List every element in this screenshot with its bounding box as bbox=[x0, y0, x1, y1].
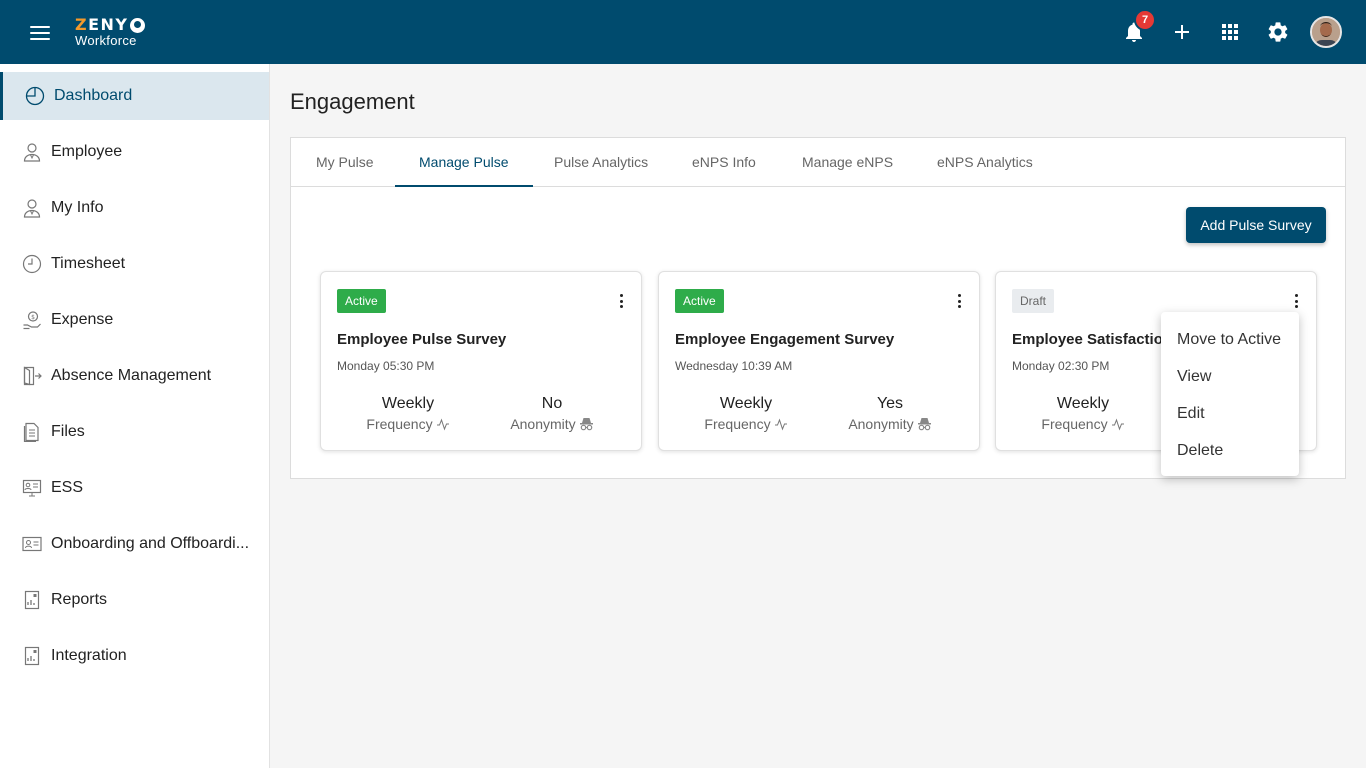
logo-text: ENY bbox=[88, 15, 129, 34]
sidebar-item-label: Timesheet bbox=[51, 255, 126, 272]
frequency-stat: Weekly Frequency bbox=[676, 395, 816, 432]
sidebar-item-dashboard[interactable]: Dashboard bbox=[0, 72, 269, 120]
report-icon bbox=[22, 590, 42, 610]
sidebar-item-label: Integration bbox=[51, 647, 127, 664]
plus-icon[interactable] bbox=[1170, 20, 1194, 44]
sidebar-item-expense[interactable]: $ Expense bbox=[0, 296, 269, 344]
logo[interactable]: Z ENY Workforce bbox=[75, 17, 145, 47]
sidebar-item-ess[interactable]: ESS bbox=[0, 464, 269, 512]
survey-schedule: Monday 05:30 PM bbox=[337, 359, 435, 373]
frequency-label: Frequency bbox=[704, 416, 771, 432]
anonymity-value: Yes bbox=[876, 395, 904, 412]
survey-schedule: Wednesday 10:39 AM bbox=[675, 359, 793, 373]
sidebar-item-timesheet[interactable]: Timesheet bbox=[0, 240, 269, 288]
sidebar: Dashboard Employee My Info Timesheet $ E… bbox=[0, 64, 270, 768]
sidebar-item-label: Absence Management bbox=[51, 367, 212, 384]
frequency-label: Frequency bbox=[1041, 416, 1108, 432]
sidebar-item-label: Files bbox=[51, 423, 85, 440]
frequency-label: Frequency bbox=[366, 416, 433, 432]
frequency-value: Weekly bbox=[1056, 395, 1110, 412]
anonymity-value: No bbox=[541, 395, 563, 412]
status-badge: Active bbox=[675, 289, 724, 313]
sidebar-item-label: Dashboard bbox=[54, 87, 133, 104]
gear-icon[interactable] bbox=[1266, 20, 1290, 44]
menu-icon[interactable] bbox=[30, 26, 50, 40]
menu-item-view[interactable]: View bbox=[1161, 358, 1299, 395]
survey-card: Active Employee Pulse Survey Monday 05:3… bbox=[320, 271, 642, 451]
survey-title: Employee Engagement Survey bbox=[675, 331, 895, 348]
top-bar: Z ENY Workforce 7 bbox=[0, 0, 1366, 64]
user-icon bbox=[22, 198, 42, 218]
anonymity-stat: Yes Anonymity bbox=[820, 395, 960, 432]
monitor-user-icon bbox=[22, 478, 42, 498]
sidebar-item-label: Reports bbox=[51, 591, 108, 608]
sidebar-item-files[interactable]: Files bbox=[0, 408, 269, 456]
add-pulse-survey-button[interactable]: Add Pulse Survey bbox=[1186, 207, 1326, 243]
tab-pulse-analytics[interactable]: Pulse Analytics bbox=[554, 138, 648, 187]
survey-title: Employee Pulse Survey bbox=[337, 331, 507, 348]
page-title: Engagement bbox=[290, 89, 415, 114]
survey-title: Employee Satisfaction bbox=[1012, 331, 1173, 348]
svg-text:$: $ bbox=[31, 314, 35, 321]
tab-manage-pulse[interactable]: Manage Pulse bbox=[395, 138, 532, 187]
pulse-wave-icon bbox=[774, 418, 787, 431]
more-options-icon[interactable] bbox=[953, 292, 965, 310]
menu-item-move-to-active[interactable]: Move to Active bbox=[1161, 321, 1299, 358]
pulse-wave-icon bbox=[436, 418, 449, 431]
tab-bar: My Pulse Manage Pulse Pulse Analytics eN… bbox=[291, 138, 1345, 187]
sidebar-item-absence-management[interactable]: Absence Management bbox=[0, 352, 269, 400]
tab-enps-info[interactable]: eNPS Info bbox=[692, 138, 756, 187]
notification-badge: 7 bbox=[1134, 9, 1156, 31]
tab-enps-analytics[interactable]: eNPS Analytics bbox=[937, 138, 1033, 187]
sidebar-item-label: My Info bbox=[51, 199, 104, 216]
pie-chart-icon bbox=[25, 86, 45, 106]
sidebar-item-onboarding-offboarding[interactable]: Onboarding and Offboardi... bbox=[0, 520, 269, 568]
more-options-icon[interactable] bbox=[615, 292, 627, 310]
exit-door-icon bbox=[22, 366, 42, 386]
id-card-icon bbox=[22, 534, 42, 554]
incognito-icon bbox=[579, 418, 593, 431]
frequency-value: Weekly bbox=[381, 395, 435, 412]
file-icon bbox=[22, 422, 42, 442]
logo-subtitle: Workforce bbox=[75, 33, 137, 48]
sidebar-item-employee[interactable]: Employee bbox=[0, 128, 269, 176]
user-icon bbox=[22, 142, 42, 162]
sidebar-item-my-info[interactable]: My Info bbox=[0, 184, 269, 232]
sidebar-item-label: ESS bbox=[51, 479, 84, 496]
more-options-icon[interactable] bbox=[1290, 292, 1302, 310]
menu-item-delete[interactable]: Delete bbox=[1161, 432, 1299, 469]
apps-grid-icon[interactable] bbox=[1218, 20, 1242, 44]
report-icon bbox=[22, 646, 42, 666]
status-badge: Draft bbox=[1012, 289, 1055, 313]
pulse-wave-icon bbox=[1111, 418, 1124, 431]
clock-icon bbox=[22, 254, 42, 274]
survey-card: Active Employee Engagement Survey Wednes… bbox=[658, 271, 980, 451]
anonymity-label: Anonymity bbox=[848, 416, 914, 432]
incognito-icon bbox=[917, 418, 931, 431]
card-context-menu: Move to Active View Edit Delete bbox=[1161, 312, 1299, 476]
tab-manage-enps[interactable]: Manage eNPS bbox=[802, 138, 893, 187]
logo-o-icon bbox=[129, 17, 145, 33]
sidebar-item-label: Employee bbox=[51, 143, 123, 160]
tab-my-pulse[interactable]: My Pulse bbox=[316, 138, 374, 187]
avatar[interactable] bbox=[1310, 16, 1342, 48]
anonymity-stat: No Anonymity bbox=[482, 395, 622, 432]
sidebar-item-label: Expense bbox=[51, 311, 114, 328]
frequency-stat: Weekly Frequency bbox=[338, 395, 478, 432]
anonymity-label: Anonymity bbox=[510, 416, 576, 432]
survey-schedule: Monday 02:30 PM bbox=[1012, 359, 1110, 373]
sidebar-item-label: Onboarding and Offboardi... bbox=[51, 535, 250, 552]
frequency-value: Weekly bbox=[719, 395, 773, 412]
frequency-stat: Weekly Frequency bbox=[1013, 395, 1153, 432]
money-hand-icon: $ bbox=[22, 310, 42, 330]
status-badge: Active bbox=[337, 289, 386, 313]
sidebar-item-reports[interactable]: Reports bbox=[0, 576, 269, 624]
menu-item-edit[interactable]: Edit bbox=[1161, 395, 1299, 432]
sidebar-item-integration[interactable]: Integration bbox=[0, 632, 269, 680]
